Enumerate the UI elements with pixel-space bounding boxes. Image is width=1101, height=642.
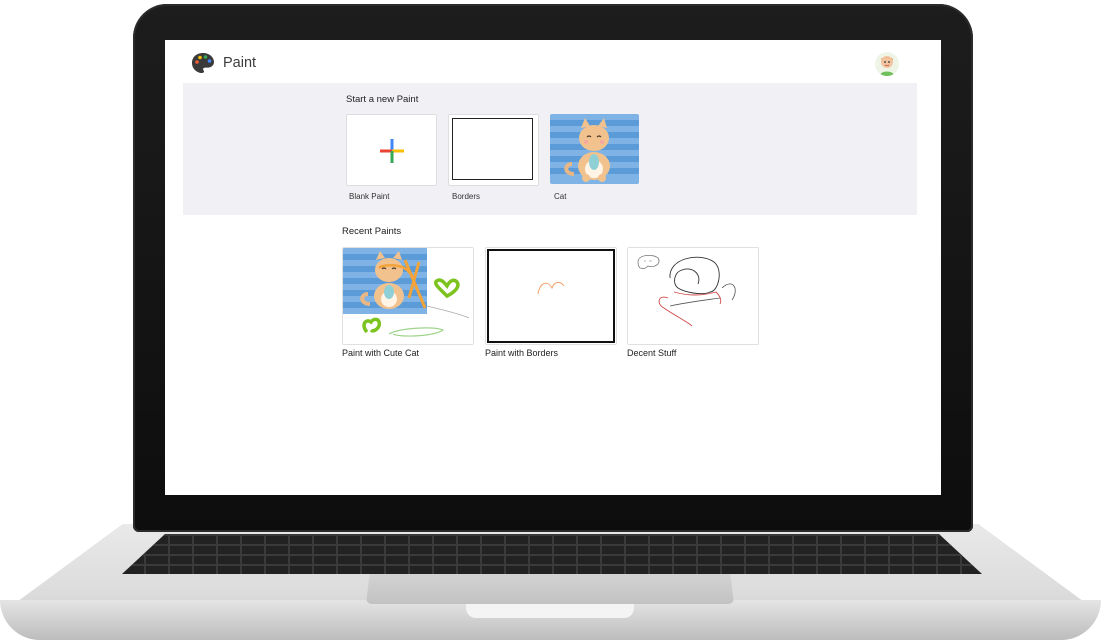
borders-template[interactable] (448, 114, 539, 186)
cat-drawing-thumbnail (343, 248, 473, 344)
recent-paint-cute-cat-label: Paint with Cute Cat (342, 348, 420, 358)
app-header: Paint (165, 40, 941, 84)
cat-label: Cat (554, 192, 567, 201)
cat-template[interactable] (550, 114, 639, 184)
recent-paint-decent-stuff-label: Decent Stuff (627, 348, 677, 358)
blank-paint-label: Blank Paint (349, 192, 390, 201)
app-screen: Paint Start a new Paint Blank Paint Bord… (165, 40, 941, 495)
bordered-canvas-icon (452, 118, 533, 180)
palette-icon[interactable] (191, 52, 215, 74)
cat-image-icon (550, 114, 639, 184)
recent-paints-heading: Recent Paints (342, 226, 402, 237)
recent-paint-borders[interactable] (485, 247, 617, 345)
plus-icon (380, 139, 404, 163)
scribble-thumbnail (628, 248, 758, 344)
laptop-notch (466, 604, 634, 618)
user-avatar-icon[interactable] (875, 52, 899, 76)
laptop-trackpad (366, 574, 734, 604)
border-drawing-thumbnail (486, 248, 616, 344)
recent-paint-borders-label: Paint with Borders (485, 348, 559, 358)
new-paint-section: Start a new Paint Blank Paint Borders Ca… (183, 83, 917, 215)
recent-paint-decent-stuff[interactable] (627, 247, 759, 345)
blank-paint-template[interactable] (346, 114, 437, 186)
app-title: Paint (223, 55, 257, 71)
new-paint-heading: Start a new Paint (346, 94, 419, 105)
borders-label: Borders (452, 192, 481, 201)
recent-paint-cute-cat[interactable] (342, 247, 474, 345)
laptop-keyboard (122, 534, 982, 574)
